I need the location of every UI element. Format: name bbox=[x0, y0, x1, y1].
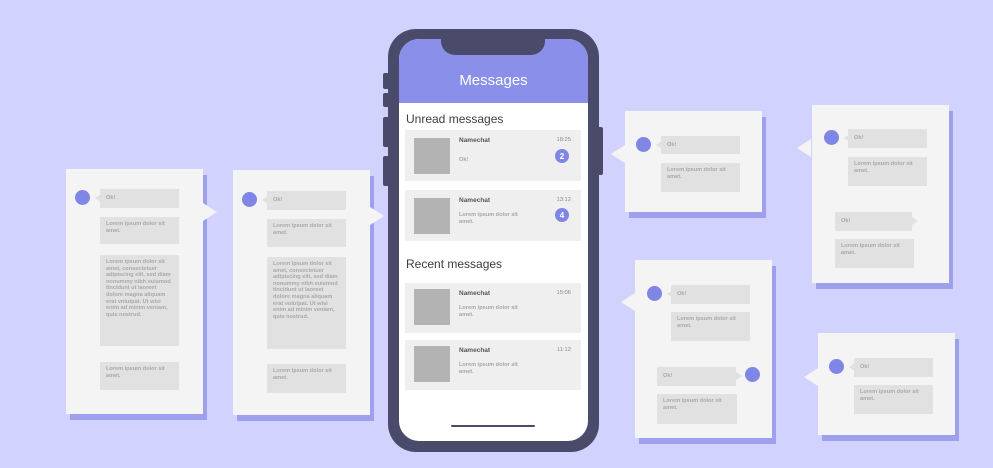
chat-bubble-text: Lorem ipsum dolor sit amet. bbox=[100, 217, 179, 244]
message-item[interactable]: Namechat 11:12 Lorem ipsum dolor sit ame… bbox=[405, 340, 581, 390]
section-title-unread: Unread messages bbox=[406, 112, 504, 126]
chat-bubble-text: Lorem ipsum dolor sit amet. bbox=[848, 157, 927, 186]
chat-bubble-ok: Ok! bbox=[671, 285, 750, 304]
message-preview: Lorem ipsum dolor sit amet. bbox=[459, 212, 518, 225]
phone-screen: Messages Unread messages Namechat 18:25 … bbox=[399, 39, 588, 441]
message-sender: Namechat bbox=[459, 197, 491, 204]
card-pointer bbox=[804, 368, 818, 386]
message-thumbnail bbox=[414, 198, 450, 234]
phone-notch bbox=[441, 29, 545, 55]
message-time: 11:12 bbox=[556, 347, 571, 353]
chat-bubble-text-outgoing: Lorem ipsum dolor sit amet. bbox=[657, 394, 737, 424]
card-pointer bbox=[797, 139, 811, 157]
card-pointer bbox=[370, 207, 384, 225]
avatar-dot bbox=[829, 359, 844, 374]
chat-bubble-ok: Ok! bbox=[661, 136, 740, 154]
chat-bubble-long: Lorem ipsum dolor sit amet, consectetuer… bbox=[100, 255, 179, 346]
message-thumbnail bbox=[414, 289, 450, 325]
chat-card-2: Ok! Lorem ipsum dolor sit amet. Lorem ip… bbox=[233, 170, 370, 415]
chat-bubble-ok: Ok! bbox=[848, 129, 927, 148]
bubble-tail bbox=[736, 372, 742, 380]
chat-card-6: Ok! Lorem ipsum dolor sit amet. bbox=[818, 333, 955, 435]
message-preview: Ok! bbox=[459, 157, 469, 163]
message-item[interactable]: Namechat 15:06 Lorem ipsum dolor sit ame… bbox=[405, 283, 581, 333]
chat-bubble-text: Lorem ipsum dolor sit amet. bbox=[100, 362, 179, 390]
chat-bubble-text: Lorem ipsum dolor sit amet. bbox=[671, 312, 750, 341]
message-thumbnail bbox=[414, 138, 450, 174]
chat-card-4: Ok! Lorem ipsum dolor sit amet. Ok! Lore… bbox=[812, 105, 949, 283]
chat-bubble-text: Lorem ipsum dolor sit amet. bbox=[267, 364, 346, 393]
avatar-dot bbox=[75, 190, 90, 205]
message-item[interactable]: Namechat 13:12 Lorem ipsum dolor sit ame… bbox=[405, 190, 581, 241]
page-title: Messages bbox=[459, 72, 528, 89]
chat-card-5: Ok! Lorem ipsum dolor sit amet. Ok! Lore… bbox=[635, 260, 772, 438]
chat-bubble-ok: Ok! bbox=[267, 191, 346, 210]
message-item[interactable]: Namechat 18:25 Ok! 2 bbox=[405, 130, 581, 181]
message-thumbnail bbox=[414, 346, 450, 382]
section-title-recent: Recent messages bbox=[406, 257, 503, 271]
chat-bubble-ok: Ok! bbox=[100, 189, 179, 208]
chat-bubble-text: Lorem ipsum dolor sit amet. bbox=[854, 385, 933, 414]
chat-bubble-text-outgoing: Lorem ipsum dolor sit amet. bbox=[835, 239, 914, 268]
chat-bubble-ok: Ok! bbox=[854, 358, 933, 377]
avatar-dot bbox=[647, 286, 662, 301]
message-preview: Lorem ipsum dolor sit amet. bbox=[459, 362, 518, 375]
chat-card-1: Ok! Lorem ipsum dolor sit amet. Lorem ip… bbox=[66, 169, 203, 414]
message-time: 18:25 bbox=[556, 137, 571, 143]
message-sender: Namechat bbox=[459, 347, 491, 354]
card-pointer bbox=[621, 293, 635, 311]
chat-bubble-text: Lorem ipsum dolor sit amet. bbox=[267, 219, 346, 247]
chat-card-3: Ok! Lorem ipsum dolor sit amet. bbox=[625, 111, 762, 212]
chat-bubble-ok-outgoing: Ok! bbox=[657, 367, 736, 386]
card-pointer bbox=[611, 145, 625, 163]
message-sender: Namechat bbox=[459, 137, 491, 144]
chat-bubble-text: Lorem ipsum dolor sit amet. bbox=[661, 163, 740, 192]
message-time: 13:12 bbox=[556, 197, 571, 203]
card-pointer bbox=[203, 203, 217, 221]
avatar-dot bbox=[745, 367, 760, 382]
avatar-dot bbox=[824, 130, 839, 145]
chat-bubble-ok-outgoing: Ok! bbox=[835, 212, 912, 231]
chat-bubble-long: Lorem ipsum dolor sit amet, consectetuer… bbox=[267, 257, 346, 349]
unread-count-badge: 2 bbox=[555, 149, 569, 163]
unread-count-badge: 4 bbox=[555, 208, 569, 222]
message-sender: Namechat bbox=[459, 290, 491, 297]
home-indicator[interactable] bbox=[451, 425, 535, 427]
message-time: 15:06 bbox=[556, 290, 571, 296]
avatar-dot bbox=[242, 192, 257, 207]
bubble-tail bbox=[912, 217, 918, 225]
message-preview: Lorem ipsum dolor sit amet. bbox=[459, 305, 518, 318]
avatar-dot bbox=[636, 137, 651, 152]
